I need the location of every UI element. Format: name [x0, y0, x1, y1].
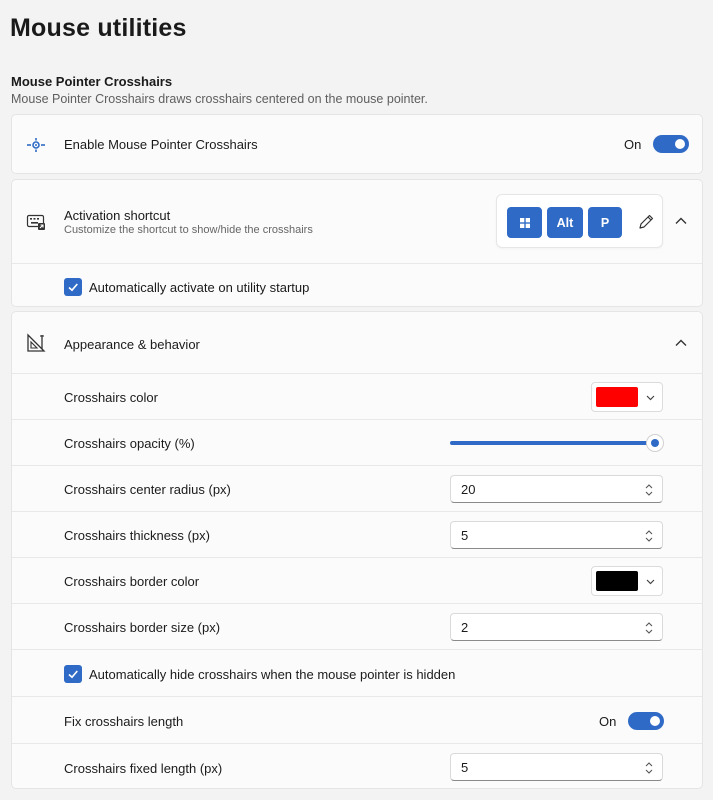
border-color-row: Crosshairs border color [12, 557, 702, 603]
enable-label: Enable Mouse Pointer Crosshairs [64, 137, 258, 152]
alt-key: Alt [547, 207, 583, 238]
edit-pencil-icon[interactable] [637, 213, 655, 231]
section-title: Mouse Pointer Crosshairs [11, 74, 173, 89]
thickness-label: Crosshairs thickness (px) [64, 528, 210, 543]
shortcut-collapse-chevron-icon[interactable] [674, 214, 688, 228]
border-size-row: Crosshairs border size (px) 2 [12, 603, 702, 649]
opacity-slider-track[interactable] [450, 441, 650, 445]
appearance-collapse-chevron-icon[interactable] [674, 336, 688, 350]
opacity-label: Crosshairs opacity (%) [64, 436, 195, 451]
border-size-label: Crosshairs border size (px) [64, 620, 221, 635]
center-radius-value: 20 [461, 482, 476, 497]
crosshairs-icon [27, 138, 45, 152]
windows-key-icon [519, 217, 530, 228]
checkmark-icon [68, 283, 78, 292]
section-description: Mouse Pointer Crosshairs draws crosshair… [11, 92, 428, 106]
auto-activate-row: Automatically activate on utility startu… [12, 263, 702, 308]
keyboard-shortcut-icon [26, 214, 45, 230]
chevron-down-icon [646, 579, 655, 585]
center-radius-row: Crosshairs center radius (px) 20 [12, 465, 702, 511]
enable-card: Enable Mouse Pointer Crosshairs On [11, 114, 703, 174]
thickness-row: Crosshairs thickness (px) 5 [12, 511, 702, 557]
border-size-value: 2 [461, 620, 469, 635]
checkmark-icon [68, 670, 78, 679]
spinner-arrows-icon[interactable] [644, 528, 654, 544]
auto-hide-checkbox[interactable] [64, 665, 82, 683]
fix-length-label: Fix crosshairs length [64, 714, 184, 729]
border-color-swatch [596, 571, 638, 591]
auto-hide-label: Automatically hide crosshairs when the m… [89, 667, 456, 682]
color-row: Crosshairs color [12, 373, 702, 419]
fixed-length-row: Crosshairs fixed length (px) 5 [12, 743, 702, 789]
appearance-label: Appearance & behavior [64, 337, 200, 352]
opacity-row: Crosshairs opacity (%) [12, 419, 702, 465]
enable-state-text: On [624, 137, 642, 152]
shortcut-label: Activation shortcut [64, 208, 171, 223]
auto-activate-checkbox[interactable] [64, 278, 82, 296]
spinner-arrows-icon[interactable] [644, 760, 654, 776]
auto-activate-label: Automatically activate on utility startu… [89, 280, 310, 295]
thickness-value: 5 [461, 528, 469, 543]
windows-key [507, 207, 542, 238]
shortcut-keys-box: Alt P [496, 194, 663, 248]
appearance-card: Appearance & behavior Crosshairs color C… [11, 311, 703, 789]
p-key: P [588, 207, 622, 238]
border-color-picker[interactable] [591, 566, 663, 596]
enable-toggle[interactable] [653, 135, 689, 153]
fix-length-row: Fix crosshairs length On [12, 696, 702, 743]
page-title: Mouse utilities [10, 14, 187, 42]
fixed-length-value: 5 [461, 760, 469, 775]
spinner-arrows-icon[interactable] [644, 482, 654, 498]
fix-length-state-text: On [599, 714, 617, 729]
spinner-arrows-icon[interactable] [644, 620, 654, 636]
auto-hide-row: Automatically hide crosshairs when the m… [12, 649, 702, 696]
opacity-slider-thumb[interactable] [647, 435, 663, 451]
shortcut-card: Activation shortcut Customize the shortc… [11, 179, 703, 307]
border-size-input[interactable]: 2 [450, 613, 663, 641]
border-color-label: Crosshairs border color [64, 574, 200, 589]
thickness-input[interactable]: 5 [450, 521, 663, 549]
color-swatch [596, 387, 638, 407]
fixed-length-input[interactable]: 5 [450, 753, 663, 781]
shortcut-description: Customize the shortcut to show/hide the … [64, 224, 313, 236]
center-radius-label: Crosshairs center radius (px) [64, 482, 231, 497]
ruler-triangle-icon [27, 333, 46, 352]
fix-length-toggle[interactable] [628, 712, 664, 730]
fixed-length-label: Crosshairs fixed length (px) [64, 761, 223, 776]
center-radius-input[interactable]: 20 [450, 475, 663, 503]
chevron-down-icon [646, 395, 655, 401]
color-picker[interactable] [591, 382, 663, 412]
color-label: Crosshairs color [64, 390, 158, 405]
